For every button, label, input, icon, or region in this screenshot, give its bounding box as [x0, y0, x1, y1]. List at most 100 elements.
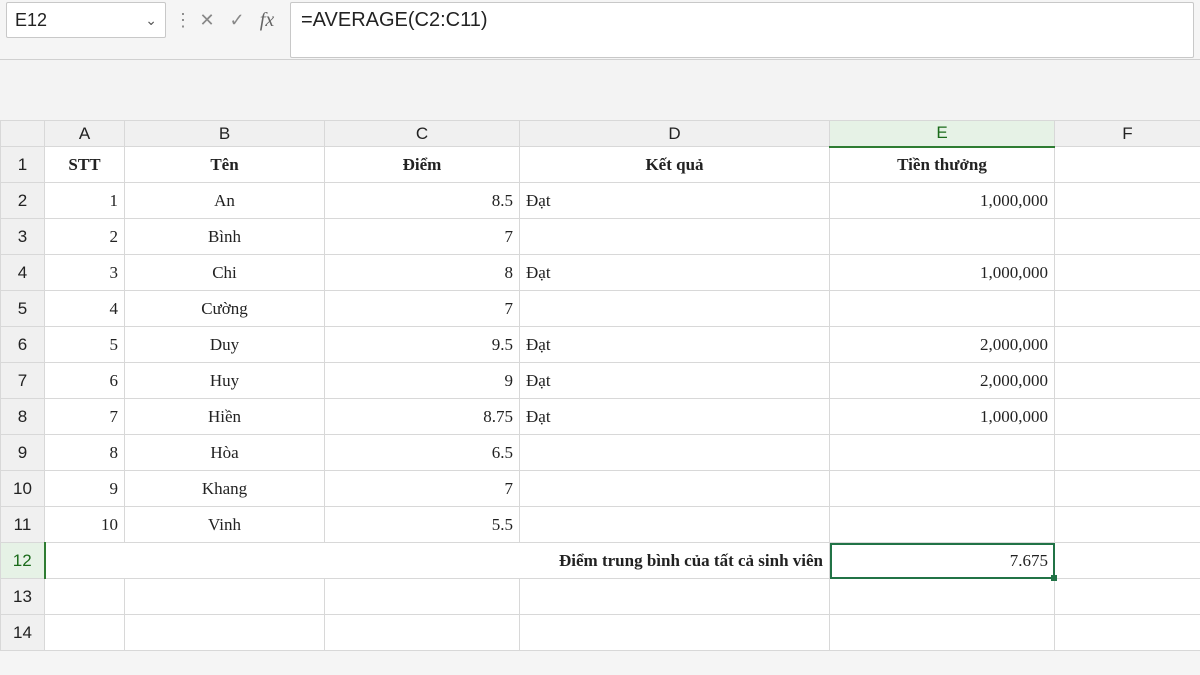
empty-cell[interactable] [125, 615, 325, 651]
header-diem[interactable]: Điểm [325, 147, 520, 183]
cell-tienthuong[interactable]: 1,000,000 [830, 183, 1055, 219]
formula-input[interactable]: =AVERAGE(C2:C11) [290, 2, 1194, 58]
cell-diem[interactable]: 5.5 [325, 507, 520, 543]
row-header-5[interactable]: 5 [1, 291, 45, 327]
cell-ketqua[interactable] [520, 471, 830, 507]
cell-tienthuong[interactable]: 2,000,000 [830, 363, 1055, 399]
col-header-b[interactable]: B [125, 121, 325, 147]
cell-stt[interactable]: 9 [45, 471, 125, 507]
col-header-e[interactable]: E [830, 121, 1055, 147]
cell-f[interactable] [1055, 435, 1200, 471]
cell-stt[interactable]: 1 [45, 183, 125, 219]
empty-cell[interactable] [830, 579, 1055, 615]
row-header-9[interactable]: 9 [1, 435, 45, 471]
row-header-7[interactable]: 7 [1, 363, 45, 399]
worksheet[interactable]: ABCDEF 1STTTênĐiểmKết quảTiền thưởng21An… [0, 120, 1200, 651]
select-all-corner[interactable] [1, 121, 45, 147]
cell-f[interactable] [1055, 255, 1200, 291]
cell-tienthuong[interactable]: 2,000,000 [830, 327, 1055, 363]
cell-diem[interactable]: 9 [325, 363, 520, 399]
cell-stt[interactable]: 6 [45, 363, 125, 399]
cell-diem[interactable]: 8.75 [325, 399, 520, 435]
empty-cell[interactable] [1055, 615, 1200, 651]
empty-cell[interactable] [45, 579, 125, 615]
row-header-8[interactable]: 8 [1, 399, 45, 435]
cell-diem[interactable]: 7 [325, 471, 520, 507]
chevron-down-icon[interactable]: ⌄ [145, 12, 157, 29]
cell-tienthuong[interactable]: 1,000,000 [830, 255, 1055, 291]
row-header-3[interactable]: 3 [1, 219, 45, 255]
cell-ten[interactable]: Huy [125, 363, 325, 399]
cell-diem[interactable]: 8 [325, 255, 520, 291]
cell-f[interactable] [1055, 363, 1200, 399]
cell-f[interactable] [1055, 219, 1200, 255]
row-header-11[interactable]: 11 [1, 507, 45, 543]
cell-tienthuong[interactable] [830, 471, 1055, 507]
cell-diem[interactable]: 9.5 [325, 327, 520, 363]
cell-ketqua[interactable] [520, 219, 830, 255]
cell-ketqua[interactable]: Đạt [520, 363, 830, 399]
row-header-4[interactable]: 4 [1, 255, 45, 291]
cell-stt[interactable]: 3 [45, 255, 125, 291]
cell-tienthuong[interactable] [830, 435, 1055, 471]
cell-stt[interactable]: 4 [45, 291, 125, 327]
row-header-10[interactable]: 10 [1, 471, 45, 507]
cell-ketqua[interactable] [520, 291, 830, 327]
cell-ketqua[interactable]: Đạt [520, 255, 830, 291]
cell-ten[interactable]: Hòa [125, 435, 325, 471]
empty-cell[interactable] [125, 579, 325, 615]
name-box[interactable]: E12 ⌄ [6, 2, 166, 38]
cancel-formula-button[interactable]: ✕ [192, 2, 222, 38]
cell-stt[interactable]: 7 [45, 399, 125, 435]
cell-tienthuong[interactable] [830, 219, 1055, 255]
cell-stt[interactable]: 8 [45, 435, 125, 471]
col-header-c[interactable]: C [325, 121, 520, 147]
cell-ten[interactable]: Vinh [125, 507, 325, 543]
cell-f[interactable] [1055, 507, 1200, 543]
cell-diem[interactable]: 7 [325, 291, 520, 327]
cell-diem[interactable]: 6.5 [325, 435, 520, 471]
fx-icon[interactable]: fx [252, 2, 282, 38]
empty-cell[interactable] [1055, 579, 1200, 615]
cell-ten[interactable]: Duy [125, 327, 325, 363]
header-ten[interactable]: Tên [125, 147, 325, 183]
cell-f[interactable] [1055, 291, 1200, 327]
cell-f[interactable] [1055, 471, 1200, 507]
cell-tienthuong[interactable]: 1,000,000 [830, 399, 1055, 435]
cell-stt[interactable]: 10 [45, 507, 125, 543]
cell-f[interactable] [1055, 183, 1200, 219]
col-header-d[interactable]: D [520, 121, 830, 147]
cell-tienthuong[interactable] [830, 291, 1055, 327]
cell-ketqua[interactable]: Đạt [520, 399, 830, 435]
row-header-6[interactable]: 6 [1, 327, 45, 363]
cell-ten[interactable]: Chi [125, 255, 325, 291]
cell-f12[interactable] [1055, 543, 1200, 579]
col-header-a[interactable]: A [45, 121, 125, 147]
cell-f1[interactable] [1055, 147, 1200, 183]
summary-label[interactable]: Điểm trung bình của tất cả sinh viên [45, 543, 830, 579]
empty-cell[interactable] [325, 579, 520, 615]
empty-cell[interactable] [520, 579, 830, 615]
cell-stt[interactable]: 5 [45, 327, 125, 363]
empty-cell[interactable] [45, 615, 125, 651]
cell-diem[interactable]: 7 [325, 219, 520, 255]
cell-tienthuong[interactable] [830, 507, 1055, 543]
header-stt[interactable]: STT [45, 147, 125, 183]
cell-f[interactable] [1055, 327, 1200, 363]
cell-f[interactable] [1055, 399, 1200, 435]
row-header-1[interactable]: 1 [1, 147, 45, 183]
cell-ten[interactable]: An [125, 183, 325, 219]
header-tienthuong[interactable]: Tiền thưởng [830, 147, 1055, 183]
empty-cell[interactable] [325, 615, 520, 651]
summary-value[interactable]: 7.675 [830, 543, 1055, 579]
cell-ketqua[interactable]: Đạt [520, 327, 830, 363]
col-header-f[interactable]: F [1055, 121, 1200, 147]
cell-ketqua[interactable] [520, 435, 830, 471]
row-header-14[interactable]: 14 [1, 615, 45, 651]
cell-ten[interactable]: Cường [125, 291, 325, 327]
cell-ten[interactable]: Khang [125, 471, 325, 507]
cell-ketqua[interactable] [520, 507, 830, 543]
row-header-2[interactable]: 2 [1, 183, 45, 219]
cell-diem[interactable]: 8.5 [325, 183, 520, 219]
cell-ketqua[interactable]: Đạt [520, 183, 830, 219]
